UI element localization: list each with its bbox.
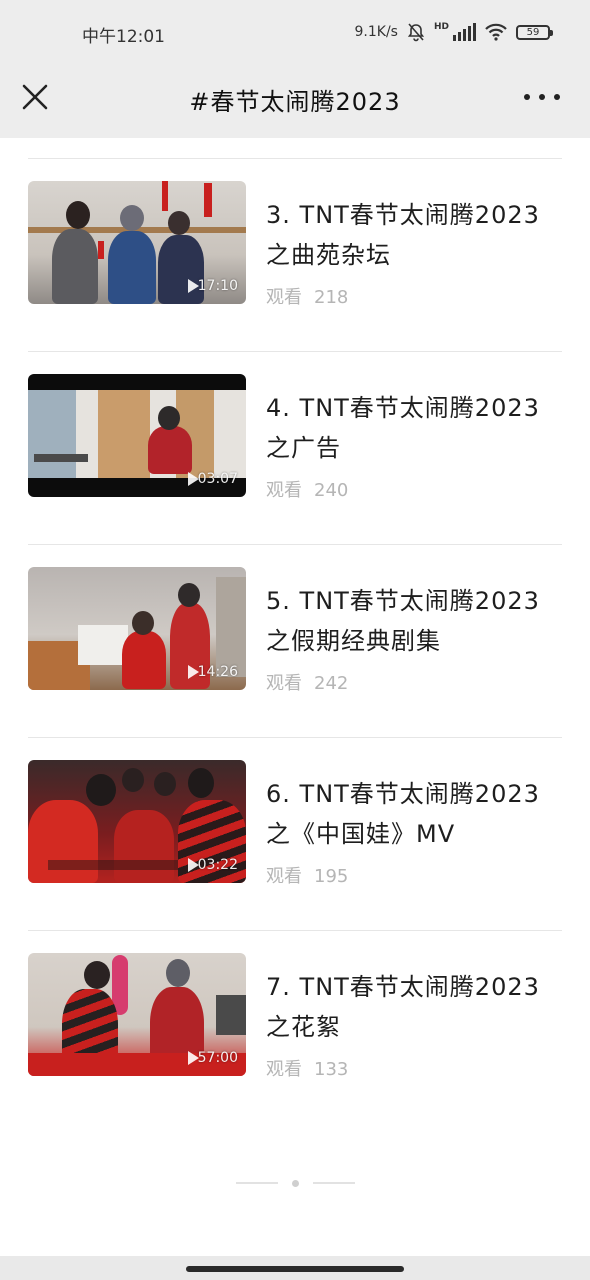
- pager-line-left: [235, 1182, 278, 1184]
- nav-bar: #春节太闹腾2023: [0, 70, 590, 138]
- signal-icon: [453, 23, 476, 41]
- view-count: 观看 218: [266, 283, 562, 309]
- video-info: 5. TNT春节太闹腾2023之假期经典剧集 观看 242: [266, 581, 562, 695]
- video-item[interactable]: 17:10 3. TNT春节太闹腾2023之曲苑杂坛 观看 218: [28, 159, 562, 352]
- view-count: 观看 133: [266, 1055, 562, 1081]
- views-value: 133: [314, 1059, 349, 1080]
- video-thumbnail[interactable]: 14:26: [28, 567, 246, 690]
- dot: [554, 94, 560, 100]
- video-info: 7. TNT春节太闹腾2023之花絮 观看 133: [266, 967, 562, 1081]
- video-item[interactable]: 03:22 6. TNT春节太闹腾2023之《中国娃》MV 观看 195: [28, 738, 562, 931]
- video-duration: 14:26: [197, 664, 238, 680]
- video-thumbnail[interactable]: 57:00: [28, 953, 246, 1076]
- video-item[interactable]: 57:00 7. TNT春节太闹腾2023之花絮 观看 133: [28, 931, 562, 1123]
- views-value: 242: [314, 673, 349, 694]
- video-item[interactable]: 03:07 4. TNT春节太闹腾2023之广告 观看 240: [28, 352, 562, 545]
- pager-line-right: [312, 1182, 355, 1184]
- video-duration: 03:07: [197, 471, 238, 487]
- pager-dot: [291, 1179, 299, 1187]
- hd-badge: HD: [433, 22, 449, 32]
- video-title[interactable]: 6. TNT春节太闹腾2023之《中国娃》MV: [266, 774, 562, 854]
- video-thumbnail[interactable]: 17:10: [28, 181, 246, 304]
- video-info: 4. TNT春节太闹腾2023之广告 观看 240: [266, 388, 562, 502]
- video-duration: 03:22: [197, 857, 238, 873]
- battery-icon: 59: [516, 24, 553, 40]
- video-duration: 17:10: [197, 278, 238, 294]
- view-count: 观看 240: [266, 476, 562, 502]
- video-item[interactable]: 14:26 5. TNT春节太闹腾2023之假期经典剧集 观看 242: [28, 545, 562, 738]
- status-time: 中午12:01: [82, 27, 165, 47]
- views-value: 195: [314, 866, 349, 887]
- views-label: 观看: [266, 673, 302, 694]
- video-duration: 57:00: [197, 1050, 238, 1066]
- page-indicator: [0, 1178, 590, 1188]
- views-value: 218: [314, 287, 349, 308]
- battery-level: 59: [526, 26, 540, 38]
- views-label: 观看: [266, 287, 302, 308]
- video-title[interactable]: 7. TNT春节太闹腾2023之花絮: [266, 967, 562, 1047]
- video-thumbnail[interactable]: 03:07: [28, 374, 246, 497]
- video-title[interactable]: 5. TNT春节太闹腾2023之假期经典剧集: [266, 581, 562, 661]
- views-label: 观看: [266, 480, 302, 501]
- video-title[interactable]: 4. TNT春节太闹腾2023之广告: [266, 388, 562, 468]
- video-info: 3. TNT春节太闹腾2023之曲苑杂坛 观看 218: [266, 195, 562, 309]
- dot: [539, 94, 545, 100]
- views-value: 240: [314, 480, 349, 501]
- view-count: 观看 195: [266, 862, 562, 888]
- status-icons: 9.1K/s HD 59: [354, 22, 553, 42]
- status-bar: 中午12:01 9.1K/s HD 59: [0, 0, 590, 70]
- more-dots-icon[interactable]: [524, 80, 560, 114]
- view-count: 观看 242: [266, 669, 562, 695]
- video-title[interactable]: 3. TNT春节太闹腾2023之曲苑杂坛: [266, 195, 562, 275]
- home-indicator[interactable]: [186, 1266, 404, 1272]
- video-info: 6. TNT春节太闹腾2023之《中国娃》MV 观看 195: [266, 774, 562, 888]
- bell-muted-icon: [407, 23, 425, 42]
- wifi-icon: [485, 23, 507, 41]
- video-list: 17:10 3. TNT春节太闹腾2023之曲苑杂坛 观看 218 03:07: [28, 158, 562, 1123]
- video-thumbnail[interactable]: 03:22: [28, 760, 246, 883]
- views-label: 观看: [266, 1059, 302, 1080]
- views-label: 观看: [266, 866, 302, 887]
- network-speed: 9.1K/s: [354, 24, 398, 40]
- page-title: #春节太闹腾2023: [189, 88, 401, 116]
- dot: [524, 94, 530, 100]
